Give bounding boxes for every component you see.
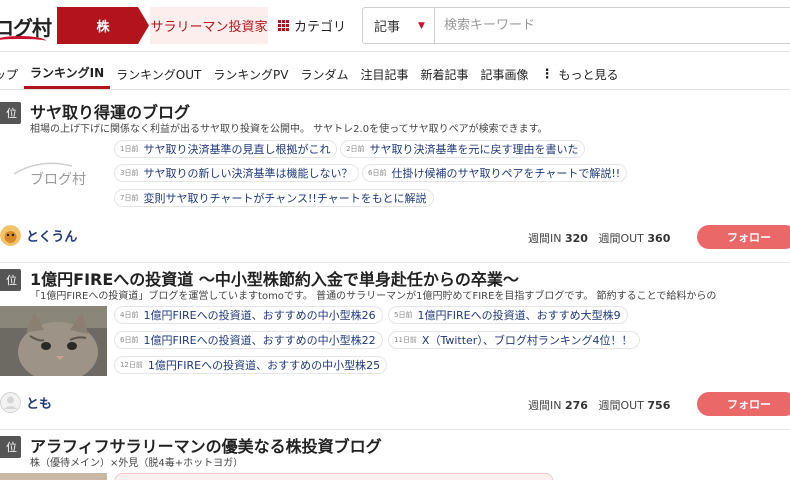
post-title: サヤ取りの新しい決済基準は機能しない？ — [143, 167, 353, 180]
caret-down-icon: ▼ — [418, 20, 425, 31]
post-title: 1億円FIREへの投資道、おすすめの中小型株25 — [147, 359, 381, 372]
recent-post[interactable] — [114, 473, 554, 480]
blog-thumbnail[interactable] — [0, 473, 107, 480]
post-age: 11日前 — [394, 336, 417, 344]
grid-icon — [278, 20, 289, 31]
weekly-in-value: 320 — [564, 232, 588, 245]
rank-badge: 位 — [0, 436, 21, 458]
post-title: 変則サヤ取りチャートがチャンス!!チャートをもとに解説 — [143, 192, 427, 205]
weekly-in-label: 週間IN — [528, 232, 562, 245]
post-age: 5日前 — [394, 311, 413, 319]
post-title: 1億円FIREへの投資道、おすすめ大型株9 — [417, 309, 621, 322]
post-title: サヤ取り決済基準の見直し根拠がこれ — [143, 143, 331, 156]
recent-post[interactable]: 5日前 1億円FIREへの投資道、おすすめ大型株9 — [388, 306, 628, 324]
default-thumbnail-image: ブログ村 — [0, 140, 107, 210]
weekly-out-label: 週間OUT — [598, 232, 644, 245]
post-age: 6日前 — [368, 169, 387, 177]
nav-item-featured[interactable]: 注目記事 — [354, 59, 414, 89]
rank-badge: 位 — [0, 269, 21, 291]
subcategory-breadcrumb[interactable]: サラリーマン投資家 — [150, 7, 268, 44]
more-label: もっと見る — [558, 67, 619, 82]
more-vertical-icon: ⋮ — [540, 66, 554, 82]
blog-thumbnail[interactable] — [0, 306, 107, 376]
post-age: 1日前 — [120, 145, 139, 153]
post-age: 4日前 — [120, 311, 139, 319]
post-title: X（Twitter）、ブログ村ランキング4位！！ — [421, 334, 633, 347]
blog-description: 株（優待メイン）×外見（脱4毒+ホットヨガ） — [30, 458, 244, 469]
recent-post[interactable]: 6日前 仕掛け候補のサヤ取りペアをチャートで解説!! — [362, 164, 628, 182]
nav-item-top[interactable]: ップ — [0, 59, 24, 89]
nav-item-random[interactable]: ランダム — [294, 59, 354, 89]
post-title: 1億円FIREへの投資道、おすすめの中小型株26 — [143, 309, 376, 322]
cat-photo-image — [0, 306, 107, 376]
blog-author[interactable]: とくうん — [0, 225, 77, 246]
blog-author[interactable]: とも — [0, 392, 52, 413]
recent-post[interactable]: 1日前 サヤ取り決済基準の見直し根拠がこれ — [114, 140, 338, 158]
recent-post[interactable]: 2日前 サヤ取り決済基準を元に戻す理由を書いた — [340, 140, 586, 158]
search-bar: 記事 ▼ — [362, 7, 790, 44]
search-type-value: 記事 — [374, 20, 401, 35]
blog-description: 「1億円FIREへの投資道」ブログを運営していますtomoです。 普通のサラリー… — [30, 291, 717, 302]
follow-button[interactable]: フォロー — [697, 392, 790, 416]
weekly-in-value: 276 — [564, 399, 588, 412]
weekly-out-label: 週間OUT — [598, 399, 644, 412]
weekly-in-label: 週間IN — [528, 399, 562, 412]
search-type-select[interactable]: 記事 ▼ — [363, 8, 435, 43]
recent-post[interactable]: 7日前 変則サヤ取りチャートがチャンス!!チャートをもとに解説 — [114, 189, 434, 207]
post-age: 2日前 — [346, 145, 365, 153]
site-logo[interactable]: ログ村 — [0, 6, 52, 46]
nav-item-ranking-in[interactable]: ランキングIN — [24, 58, 111, 89]
category-menu-label: カテゴリ — [294, 20, 347, 35]
weekly-stats: 週間IN 276 週間OUT 756 — [528, 397, 670, 413]
weekly-stats: 週間IN 320 週間OUT 360 — [528, 230, 670, 246]
category-menu-button[interactable]: カテゴリ — [278, 7, 346, 44]
blog-description: 相場の上げ下げに関係なく利益が出るサヤ取り投資を公開中。 サヤトレ2.0を使って… — [30, 124, 548, 135]
weekly-out-value: 756 — [647, 399, 671, 412]
thumbnail-text: ブログ村 — [30, 171, 86, 188]
avatar — [0, 225, 21, 246]
follow-button[interactable]: フォロー — [697, 225, 790, 249]
category-breadcrumb[interactable]: 株 — [57, 7, 149, 44]
blog-entry: 位 サヤ取り得運のブログ 相場の上げ下げに関係なく利益が出るサヤ取り投資を公開中… — [0, 96, 790, 262]
post-age: 7日前 — [120, 194, 139, 202]
blog-entry: 位 アラフィフサラリーマンの優美なる株投資ブログ 株（優待メイン）×外見（脱4毒… — [0, 429, 790, 480]
post-age: 6日前 — [120, 336, 139, 344]
weekly-out-value: 360 — [647, 232, 671, 245]
blog-entry: 位 1億円FIREへの投資道 ～中小型株節約入金で単身赴任からの卒業～ 「1億円… — [0, 262, 790, 429]
nav-item-article-images[interactable]: 記事画像 — [475, 59, 535, 89]
nav-item-ranking-pv[interactable]: ランキングPV — [207, 59, 294, 89]
author-name: とくうん — [26, 230, 78, 245]
post-title: 仕掛け候補のサヤ取りペアをチャートで解説!! — [391, 167, 621, 180]
search-input[interactable] — [435, 8, 790, 43]
nav-item-more[interactable]: ⋮ もっと見る — [535, 59, 625, 89]
author-name: とも — [26, 397, 53, 412]
recent-post[interactable]: 6日前 1億円FIREへの投資道、おすすめの中小型株22 — [114, 331, 383, 349]
post-title: サヤ取り決済基準を元に戻す理由を書いた — [369, 143, 579, 156]
recent-post[interactable]: 4日前 1億円FIREへの投資道、おすすめの中小型株26 — [114, 306, 383, 324]
nav-item-new-articles[interactable]: 新着記事 — [415, 59, 475, 89]
blog-thumbnail[interactable]: ブログ村 — [0, 140, 107, 210]
site-header: ログ村 株 サラリーマン投資家 カテゴリ 記事 ▼ — [0, 0, 790, 52]
ranking-nav: ップ ランキングIN ランキングOUT ランキングPV ランダム 注目記事 新着… — [0, 56, 790, 90]
recent-post[interactable]: 3日前 サヤ取りの新しい決済基準は機能しない？ — [114, 164, 360, 182]
recent-post[interactable]: 12日前 1億円FIREへの投資道、おすすめの中小型株25 — [114, 356, 388, 374]
post-title: 1億円FIREへの投資道、おすすめの中小型株22 — [143, 334, 376, 347]
avatar — [0, 392, 21, 413]
nav-item-ranking-out[interactable]: ランキングOUT — [110, 59, 207, 89]
post-age: 12日前 — [120, 361, 143, 369]
post-age: 3日前 — [120, 169, 139, 177]
rank-badge: 位 — [0, 102, 21, 124]
logo-arc — [0, 36, 46, 46]
recent-post[interactable]: 11日前 X（Twitter）、ブログ村ランキング4位！！ — [388, 331, 640, 349]
